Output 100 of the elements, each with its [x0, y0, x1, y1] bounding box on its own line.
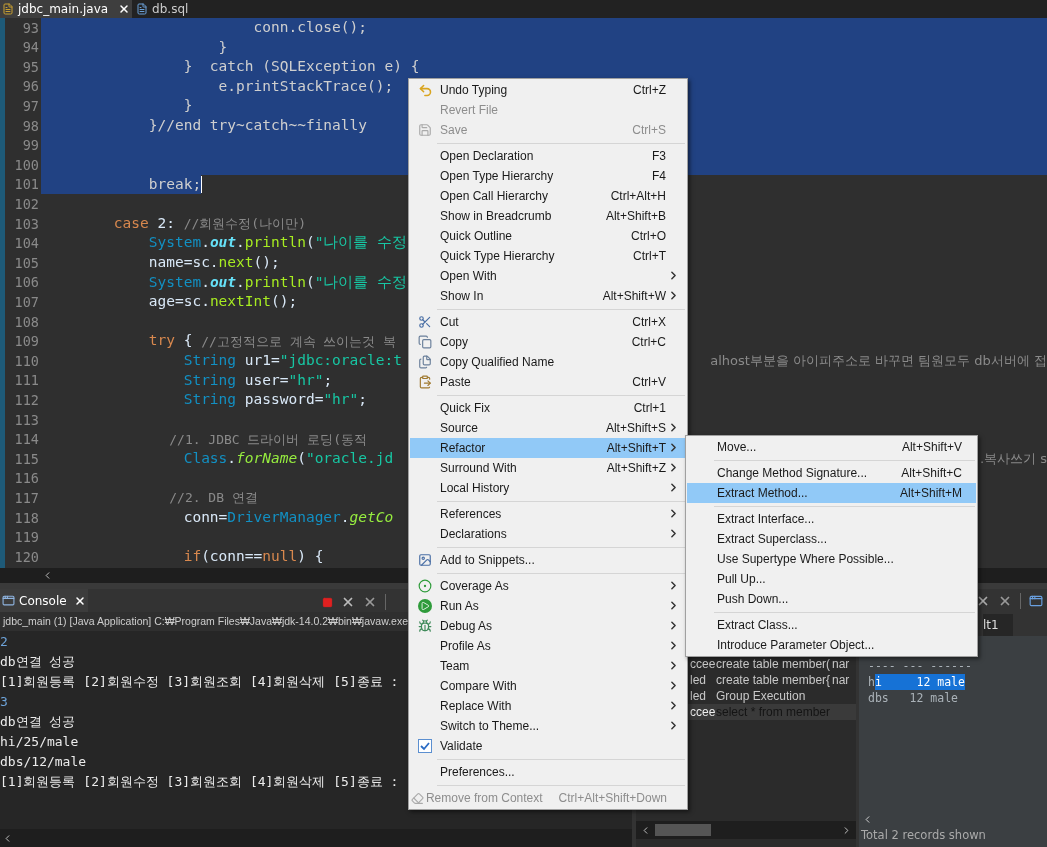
remove-all-icon[interactable]	[363, 595, 377, 609]
menu-item[interactable]: Use Supertype Where Possible...	[687, 549, 976, 569]
code-line: Class.forName("oracle.jd	[182, 449, 394, 468]
line-number: 103	[13, 214, 40, 234]
result-text: i 12 male	[874, 674, 965, 690]
remove-icon[interactable]	[341, 595, 355, 609]
line-number: 94	[21, 38, 40, 58]
console-line: 3	[0, 693, 8, 712]
code-line: System.out.println("나이를 수정	[147, 272, 408, 292]
menu-item[interactable]: Copy Qualified Name	[410, 352, 686, 372]
menu-item[interactable]: Extract Superclass...	[687, 529, 976, 549]
menu-item[interactable]: Team	[410, 656, 686, 676]
menu-item[interactable]: Extract Method... Alt+Shift+M	[687, 483, 976, 503]
history-scrollbar[interactable]	[636, 821, 856, 839]
menu-item[interactable]: Validate	[410, 736, 686, 756]
line-number: 106	[13, 273, 40, 293]
paste-icon	[418, 375, 432, 389]
menu-item[interactable]: Pull Up...	[687, 569, 976, 589]
copy-icon	[418, 335, 432, 349]
menu-item[interactable]: Show in Breadcrumb Alt+Shift+B	[410, 206, 686, 226]
editor-tab[interactable]: jdbc_main.java	[0, 0, 133, 18]
console-line: dbs/12/male	[0, 753, 87, 772]
menu-item[interactable]: Cut Ctrl+X	[410, 312, 686, 332]
menu-item[interactable]: Local History	[410, 478, 686, 498]
bug-icon	[418, 619, 432, 633]
menu-item[interactable]: Quick Outline Ctrl+O	[410, 226, 686, 246]
console-line: db연결 성공	[0, 713, 76, 732]
line-number: 101	[13, 175, 40, 195]
line-number: 110	[13, 351, 40, 371]
save-icon	[418, 123, 432, 137]
undo-icon	[417, 82, 433, 98]
result-text: ---- --- ------	[868, 658, 972, 674]
menu-item[interactable]: Move... Alt+Shift+V	[687, 437, 976, 457]
close-icon[interactable]	[73, 594, 86, 607]
file-icon	[136, 3, 149, 15]
code-line: String user="hr";	[182, 370, 333, 390]
eraser-icon	[411, 791, 425, 805]
menu-item[interactable]: Quick Type Hierarchy Ctrl+T	[410, 246, 686, 266]
menu-item[interactable]: Open Declaration F3	[410, 146, 686, 166]
line-number: 113	[13, 410, 40, 430]
line-number: 108	[13, 312, 40, 332]
code-comment: .복사쓰기 s	[979, 450, 1047, 469]
menu-item[interactable]: Paste Ctrl+V	[410, 372, 686, 392]
code-line: String ur1="jdbc:oracle:t	[182, 351, 402, 370]
code-comment: alhost부분을 아이피주소로 바꾸면 팀원모두 db서버에 접	[710, 352, 1047, 371]
console-line: db연결 성공	[0, 653, 76, 672]
line-number: 109	[13, 332, 40, 352]
menu-item[interactable]: Push Down...	[687, 589, 976, 609]
menu-item[interactable]: Coverage As	[410, 576, 686, 596]
line-number: 95	[21, 57, 40, 77]
terminate-icon[interactable]	[322, 596, 333, 608]
line-number: 98	[21, 116, 40, 136]
menu-item[interactable]: Open Type Hierarchy F4	[410, 166, 686, 186]
menu-item[interactable]: Extract Interface...	[687, 509, 976, 529]
line-number: 112	[13, 390, 40, 410]
menu-item[interactable]: Show In Alt+Shift+W	[410, 286, 686, 306]
menu-item[interactable]: Copy Ctrl+C	[410, 332, 686, 352]
code-line: //2. DB 연결	[168, 489, 258, 508]
menu-item[interactable]: Open With	[410, 266, 686, 286]
line-number: 96	[21, 77, 40, 97]
line-number: 93	[21, 18, 40, 38]
menu-item[interactable]: Open Call Hierarchy Ctrl+Alt+H	[410, 186, 686, 206]
copy-files-icon	[418, 355, 432, 369]
menu-item[interactable]: Add to Snippets...	[410, 550, 686, 570]
console-line: hi/25/male	[0, 733, 79, 752]
snippet-icon	[418, 553, 432, 567]
line-number: 115	[13, 449, 40, 469]
menu-item[interactable]: Surround With Alt+Shift+Z	[410, 458, 686, 478]
line-number: 119	[13, 528, 40, 548]
menu-item[interactable]: Change Method Signature... Alt+Shift+C	[687, 463, 976, 483]
close-icon[interactable]	[118, 3, 131, 15]
code-line: name=sc.next();	[147, 253, 280, 273]
menu-item[interactable]: Preferences...	[410, 762, 686, 782]
editor-tab[interactable]: db.sql	[134, 0, 191, 18]
menu-item[interactable]: Profile As	[410, 636, 686, 656]
code-line: if(conn==null) {	[182, 547, 324, 566]
menu-item[interactable]: Quick Fix Ctrl+1	[410, 398, 686, 418]
menu-item[interactable]: Extract Class...	[687, 615, 976, 635]
menu-item[interactable]: Compare With	[410, 676, 686, 696]
scroll-thumb[interactable]	[655, 824, 711, 836]
code-line: String password="hr";	[182, 390, 368, 410]
menu-item[interactable]: Declarations	[410, 524, 686, 544]
code-line: //1. JDBC 드라이버 로딩(동적	[168, 430, 368, 449]
code-line: age=sc.nextInt();	[147, 292, 298, 312]
status-text: Total 2 records shown	[860, 827, 987, 843]
line-number: 104	[13, 234, 40, 254]
console-line: 2	[0, 633, 8, 652]
menu-item[interactable]: Source Alt+Shift+S	[410, 418, 686, 438]
console-scrollbar[interactable]	[0, 829, 632, 847]
line-number: 99	[21, 136, 40, 156]
console-tab[interactable]: Console	[0, 589, 88, 612]
line-number: 105	[13, 253, 40, 273]
line-number: 102	[13, 195, 40, 214]
menu-item[interactable]: References	[410, 504, 686, 524]
menu-item[interactable]: Refactor Alt+Shift+T	[410, 438, 686, 458]
result-tab[interactable]: lt1	[983, 614, 1013, 636]
window-icon[interactable]	[1029, 593, 1043, 608]
menu-item[interactable]: Introduce Parameter Object...	[687, 635, 976, 655]
code-line: try { //고정적으로 계속 쓰이는것 복	[147, 331, 397, 351]
console-icon	[2, 594, 15, 607]
